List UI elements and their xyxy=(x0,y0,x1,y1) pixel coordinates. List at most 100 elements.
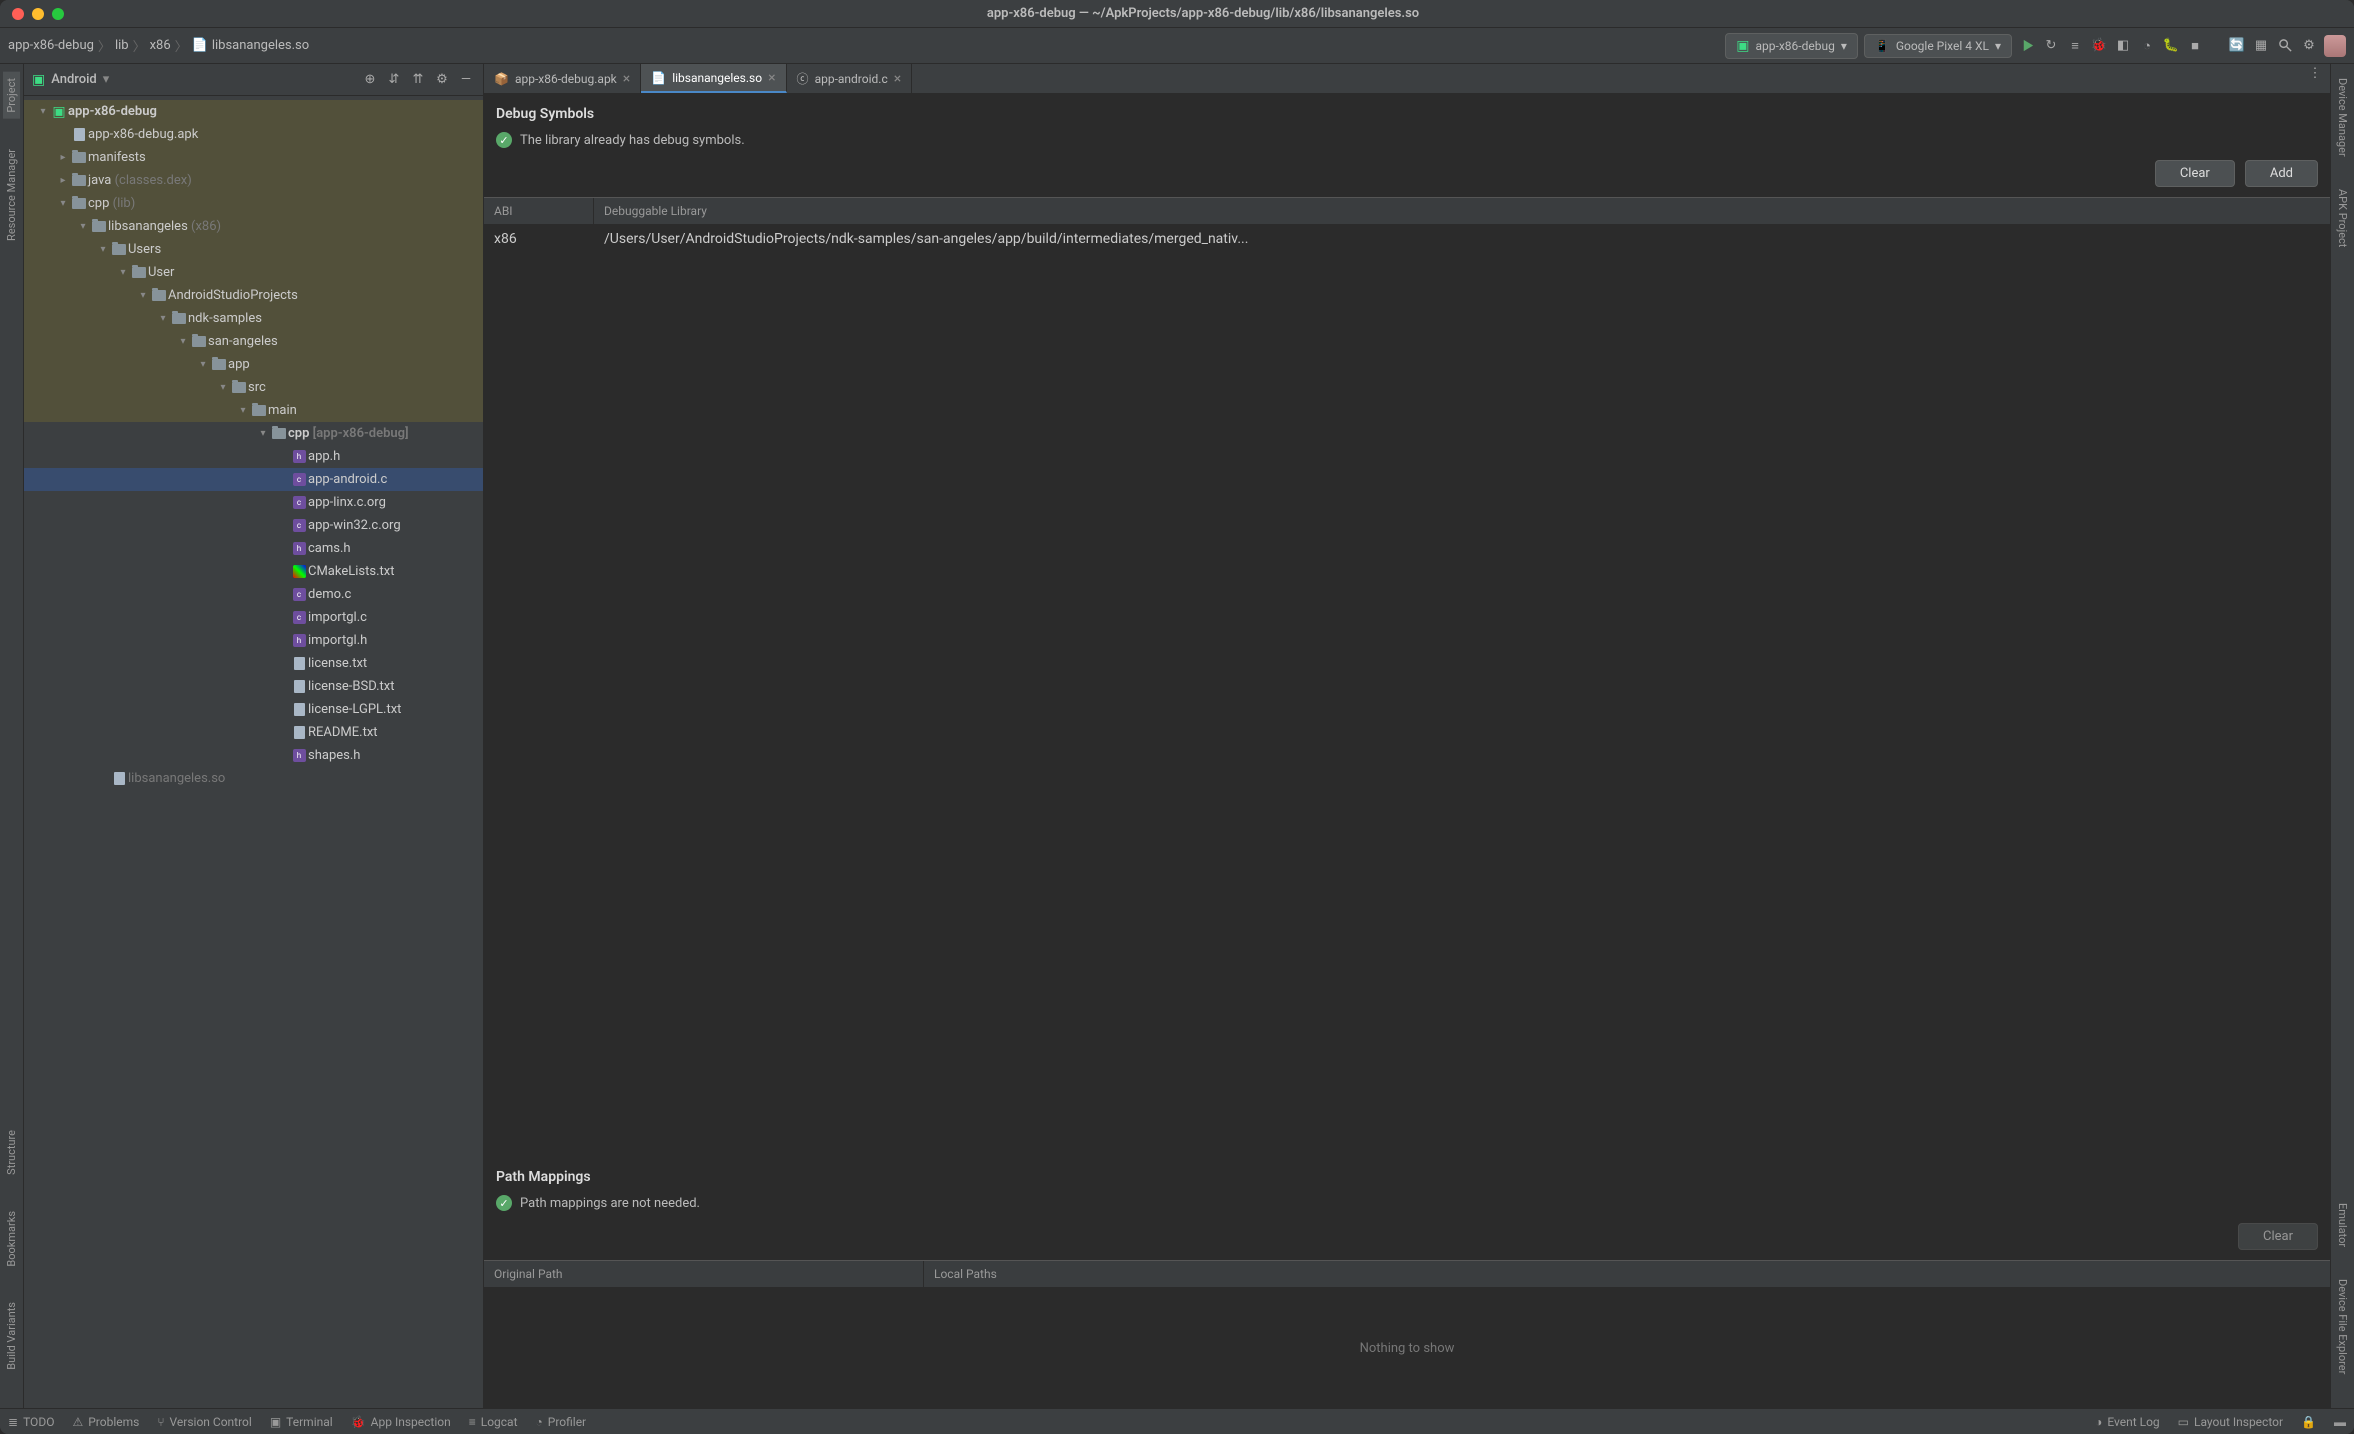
tree-item[interactable]: ▾cpp [app-x86-debug] xyxy=(24,422,483,445)
close-window-icon[interactable] xyxy=(12,8,24,20)
run-button[interactable] xyxy=(2018,37,2036,55)
tab-apk[interactable]: 📦app-x86-debug.apk× xyxy=(484,64,641,93)
tab-so[interactable]: 📄libsanangeles.so× xyxy=(641,64,786,93)
status-vcs[interactable]: ⑂Version Control xyxy=(157,1415,252,1429)
tree-item[interactable]: ▾▣app-x86-debug xyxy=(24,100,483,123)
coverage-icon[interactable]: ◧ xyxy=(2114,37,2132,55)
tree-item[interactable]: CMakeLists.txt xyxy=(24,560,483,583)
tree-item[interactable]: happ.h xyxy=(24,445,483,468)
breadcrumb-item[interactable]: lib xyxy=(115,38,129,53)
table-row[interactable]: x86 /Users/User/AndroidStudioProjects/nd… xyxy=(484,225,2330,253)
tree-item[interactable]: ▾cpp (lib) xyxy=(24,192,483,215)
tree-item[interactable]: license-LGPL.txt xyxy=(24,698,483,721)
maximize-window-icon[interactable] xyxy=(52,8,64,20)
collapse-icon[interactable]: ⇈ xyxy=(409,71,427,89)
status-indicator[interactable]: ▬ xyxy=(2334,1415,2346,1429)
expand-icon[interactable]: ▸ xyxy=(56,175,70,186)
tree-item[interactable]: ▾libsanangeles (x86) xyxy=(24,215,483,238)
project-tree[interactable]: ▾▣app-x86-debugapp-x86-debug.apk▸manifes… xyxy=(24,96,483,1408)
rail-device-manager[interactable]: Device Manager xyxy=(2334,72,2351,163)
status-lock-icon[interactable]: 🔒 xyxy=(2301,1415,2316,1429)
close-tab-icon[interactable]: × xyxy=(894,71,901,87)
breadcrumb-item[interactable]: libsanangeles.so xyxy=(212,38,309,53)
tab-c[interactable]: ⓒapp-android.c× xyxy=(787,64,913,93)
clear-debug-button[interactable]: Clear xyxy=(2155,160,2235,187)
tree-item[interactable]: capp-win32.c.org xyxy=(24,514,483,537)
expand-icon[interactable]: ▾ xyxy=(236,405,250,416)
expand-icon[interactable]: ▾ xyxy=(256,428,270,439)
close-tab-icon[interactable]: × xyxy=(623,71,630,87)
rail-emulator[interactable]: Emulator xyxy=(2334,1197,2351,1253)
expand-icon[interactable]: ▾ xyxy=(76,221,90,232)
stop-button[interactable]: ■ xyxy=(2186,37,2204,55)
status-profiler[interactable]: ◔Profiler xyxy=(536,1415,587,1429)
avd-icon[interactable]: ▦ xyxy=(2252,37,2270,55)
expand-icon[interactable]: ▸ xyxy=(56,152,70,163)
status-problems[interactable]: ⚠Problems xyxy=(72,1415,139,1429)
expand-icon[interactable]: ▾ xyxy=(136,290,150,301)
hide-icon[interactable]: — xyxy=(457,71,475,89)
add-debug-button[interactable]: Add xyxy=(2245,160,2318,187)
tree-item[interactable]: libsanangeles.so xyxy=(24,767,483,790)
expand-icon[interactable]: ⇵ xyxy=(385,71,403,89)
debug-button[interactable]: 🐞 xyxy=(2090,37,2108,55)
tree-item[interactable]: capp-linx.c.org xyxy=(24,491,483,514)
expand-icon[interactable]: ▾ xyxy=(96,244,110,255)
tree-item[interactable]: cdemo.c xyxy=(24,583,483,606)
tree-item[interactable]: README.txt xyxy=(24,721,483,744)
target-icon[interactable]: ⊕ xyxy=(361,71,379,89)
rail-bookmarks[interactable]: Bookmarks xyxy=(3,1205,20,1273)
tree-item[interactable]: ▾AndroidStudioProjects xyxy=(24,284,483,307)
expand-icon[interactable]: ▾ xyxy=(36,106,50,117)
apply-changes-icon[interactable]: ↻ xyxy=(2042,37,2060,55)
tree-item[interactable]: ▾main xyxy=(24,399,483,422)
expand-icon[interactable]: ▾ xyxy=(216,382,230,393)
expand-icon[interactable]: ▾ xyxy=(176,336,190,347)
tab-options-icon[interactable]: ⋮ xyxy=(2306,64,2324,82)
status-layout-inspector[interactable]: ▭Layout Inspector xyxy=(2178,1415,2283,1429)
rail-project[interactable]: Project xyxy=(3,72,20,119)
tree-item[interactable]: himportgl.h xyxy=(24,629,483,652)
status-logcat[interactable]: ≡Logcat xyxy=(469,1415,518,1429)
tree-item[interactable]: license-BSD.txt xyxy=(24,675,483,698)
expand-icon[interactable]: ▾ xyxy=(116,267,130,278)
tree-item[interactable]: ▸manifests xyxy=(24,146,483,169)
status-app-inspection[interactable]: 🐞App Inspection xyxy=(351,1415,451,1429)
tree-item[interactable]: app-x86-debug.apk xyxy=(24,123,483,146)
sync-icon[interactable]: 🔄 xyxy=(2228,37,2246,55)
apply-code-icon[interactable]: ≡ xyxy=(2066,37,2084,55)
device-selector[interactable]: 📱 Google Pixel 4 XL ▾ xyxy=(1864,34,2012,58)
status-terminal[interactable]: ▣Terminal xyxy=(270,1415,333,1429)
expand-icon[interactable]: ▾ xyxy=(196,359,210,370)
status-event-log[interactable]: ◑Event Log xyxy=(2095,1415,2160,1429)
tree-item[interactable]: ▸java (classes.dex) xyxy=(24,169,483,192)
run-config-selector[interactable]: ▣ app-x86-debug ▾ xyxy=(1725,33,1858,59)
tree-item[interactable]: ▾app xyxy=(24,353,483,376)
rail-device-file-explorer[interactable]: Device File Explorer xyxy=(2334,1273,2351,1380)
settings-icon[interactable]: ⚙ xyxy=(2300,37,2318,55)
expand-icon[interactable]: ▾ xyxy=(56,198,70,209)
tree-item[interactable]: ▾src xyxy=(24,376,483,399)
tree-item[interactable]: ▾Users xyxy=(24,238,483,261)
tree-item[interactable]: ▾san-angeles xyxy=(24,330,483,353)
expand-icon[interactable]: ▾ xyxy=(156,313,170,324)
attach-debugger-icon[interactable]: 🐛 xyxy=(2162,37,2180,55)
rail-structure[interactable]: Structure xyxy=(3,1124,20,1181)
rail-resource-manager[interactable]: Resource Manager xyxy=(3,143,20,247)
chevron-down-icon[interactable]: ▾ xyxy=(103,72,110,87)
breadcrumb-item[interactable]: app-x86-debug xyxy=(8,38,94,53)
minimize-window-icon[interactable] xyxy=(32,8,44,20)
breadcrumb-item[interactable]: x86 xyxy=(150,38,171,53)
status-todo[interactable]: ≣TODO xyxy=(8,1415,54,1429)
tree-item[interactable]: cimportgl.c xyxy=(24,606,483,629)
search-icon[interactable] xyxy=(2276,37,2294,55)
tree-item[interactable]: license.txt xyxy=(24,652,483,675)
tree-item[interactable]: hshapes.h xyxy=(24,744,483,767)
breadcrumb[interactable]: app-x86-debug〉 lib〉 x86〉 📄 libsanangeles… xyxy=(8,36,309,55)
rail-build-variants[interactable]: Build Variants xyxy=(3,1296,20,1376)
tree-item[interactable]: capp-android.c xyxy=(24,468,483,491)
tree-item[interactable]: ▾ndk-samples xyxy=(24,307,483,330)
close-tab-icon[interactable]: × xyxy=(768,70,775,86)
profiler-icon[interactable]: ◔ xyxy=(2138,37,2156,55)
project-selector[interactable]: Android xyxy=(51,72,97,87)
